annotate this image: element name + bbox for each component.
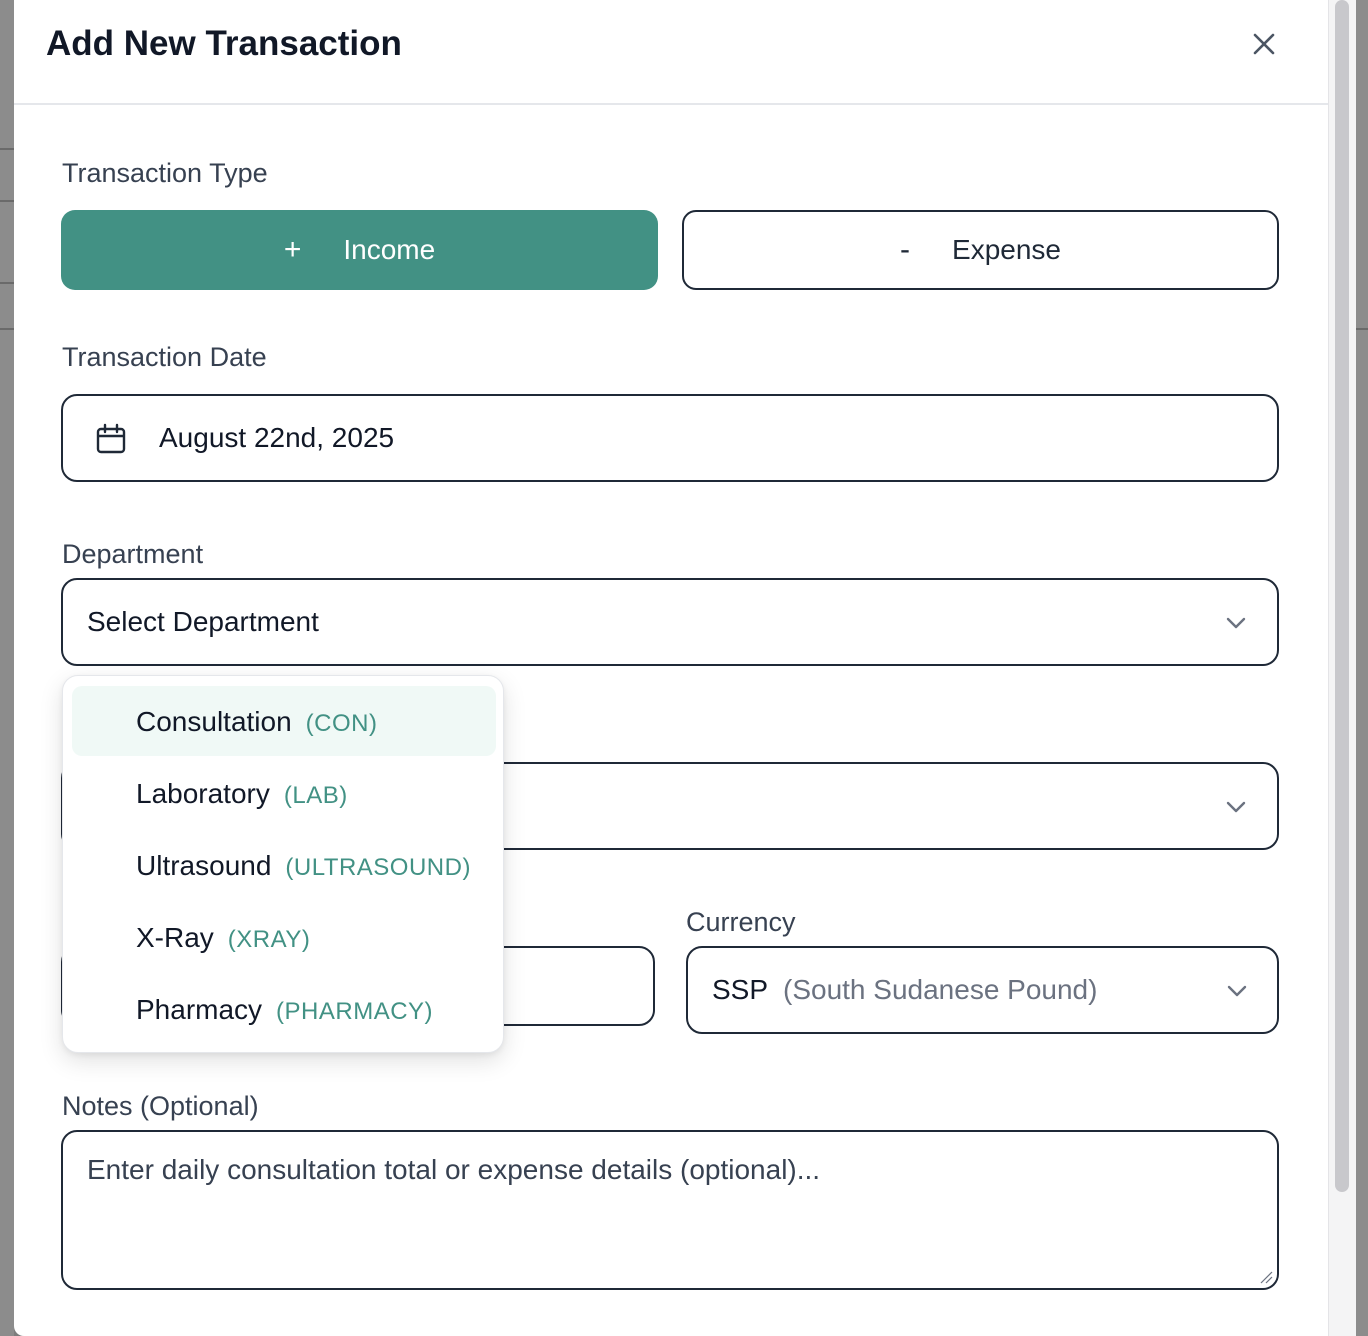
department-option-laboratory[interactable]: Laboratory (LAB) [72,758,496,828]
option-name: Laboratory [136,778,270,809]
dialog-title: Add New Transaction [46,24,402,63]
chevron-down-icon [1226,617,1246,629]
transaction-type-label: Transaction Type [62,158,268,188]
chevron-down-icon [1227,985,1247,997]
transaction-date-value: August 22nd, 2025 [159,422,395,453]
option-name: Ultrasound [136,850,272,881]
plus-icon: + [283,233,302,266]
transaction-date-picker[interactable]: August 22nd, 2025 [61,394,1279,482]
background-divider [0,148,14,150]
scrollbar-thumb[interactable] [1335,0,1349,1192]
expense-button[interactable]: - Expense [682,210,1279,290]
option-name: X-Ray [136,922,214,953]
income-button[interactable]: + Income [61,210,658,290]
resize-handle-icon[interactable] [1259,1270,1273,1284]
option-code: (PHARMACY) [276,998,434,1025]
background-divider [0,282,14,284]
department-option-consultation[interactable]: Consultation (CON) [72,686,496,756]
notes-textarea[interactable]: Enter daily consultation total or expens… [61,1130,1279,1290]
currency-name: (South Sudanese Pound) [783,974,1098,1005]
expense-button-label: Expense [952,234,1061,265]
income-button-label: Income [343,234,436,265]
chevron-down-icon [1226,801,1246,813]
department-select[interactable]: Select Department [61,578,1279,666]
option-code: (XRAY) [227,926,311,953]
dialog-header: Add New Transaction [14,0,1328,105]
department-option-ultrasound[interactable]: Ultrasound (ULTRASOUND) [72,830,496,900]
currency-select[interactable]: SSP (South Sudanese Pound) [686,946,1279,1034]
background-page-left [0,0,14,1336]
background-divider [0,328,14,330]
notes-label: Notes (Optional) [62,1091,259,1121]
add-transaction-dialog: Add New Transaction Transaction Type + I… [14,0,1328,1336]
department-dropdown: Consultation (CON) Laboratory (LAB) Ultras… [62,675,504,1053]
option-name: Pharmacy [136,994,263,1025]
close-icon [1253,33,1275,55]
option-code: (ULTRASOUND) [285,854,471,881]
background-divider [0,200,14,202]
option-name: Consultation [136,706,292,737]
transaction-date-label: Transaction Date [62,342,267,372]
department-option-xray[interactable]: X-Ray (XRAY) [72,902,496,972]
calendar-icon [96,423,126,454]
currency-label: Currency [686,907,796,937]
currency-code: SSP [712,974,769,1005]
background-page-right [1356,0,1368,1336]
close-button[interactable] [1246,26,1282,62]
department-option-pharmacy[interactable]: Pharmacy (PHARMACY) [72,974,496,1044]
option-code: (LAB) [283,782,348,809]
option-code: (CON) [305,710,378,737]
department-label: Department [62,539,204,569]
notes-placeholder: Enter daily consultation total or expens… [87,1154,821,1185]
department-select-value: Select Department [87,606,319,637]
background-divider [1356,328,1368,330]
minus-icon: - [900,233,911,266]
